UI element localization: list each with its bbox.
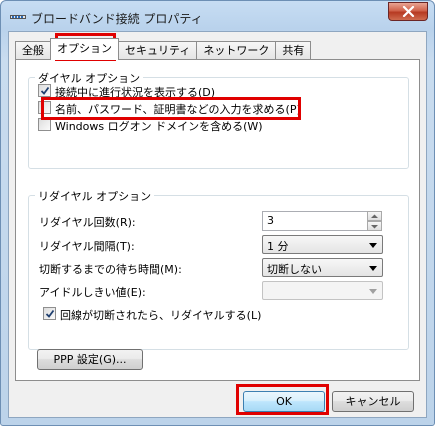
- chevron-up-icon: [371, 214, 378, 218]
- redial-if-dropped-checkbox[interactable]: [43, 307, 56, 320]
- show-progress-checkbox[interactable]: [38, 84, 51, 97]
- properties-dialog: ブロードバンド接続 プロパティ 全般 オプション セキュリティ ネットワーク 共…: [0, 0, 435, 426]
- tab-security[interactable]: セキュリティ: [118, 41, 198, 60]
- tab-networking[interactable]: ネットワーク: [196, 41, 277, 60]
- redial-interval-value: 1 分: [267, 240, 289, 253]
- close-icon: [402, 6, 415, 17]
- tab-sharing[interactable]: 共有: [275, 41, 312, 60]
- ppp-settings-button[interactable]: PPP 設定(G)...: [37, 349, 143, 370]
- dialog-client-area: 全般 オプション セキュリティ ネットワーク 共有 ダイヤル オプション 接続中…: [8, 31, 427, 418]
- redial-interval-select[interactable]: 1 分: [262, 235, 383, 254]
- dial-options-group: ダイヤル オプション 接続中に進行状況を表示する(D) 名前、パスワード、証明書…: [28, 70, 409, 169]
- idle-time-label: 切断するまでの待ち時間(M):: [39, 263, 182, 276]
- idle-threshold-select[interactable]: [262, 281, 383, 300]
- prompt-credentials-checkbox[interactable]: [38, 101, 51, 114]
- checkmark-icon: [45, 309, 55, 318]
- include-domain-label[interactable]: Windows ログオン ドメインを含める(W): [55, 118, 263, 134]
- redial-if-dropped-label[interactable]: 回線が切断されたら、リダイヤルする(L): [60, 307, 261, 323]
- checkmark-icon: [40, 86, 50, 95]
- redial-interval-label: リダイヤル間隔(T):: [39, 240, 135, 253]
- idle-time-select[interactable]: 切断しない: [262, 258, 383, 277]
- tab-options[interactable]: オプション: [50, 38, 119, 60]
- redial-options-group: リダイヤル オプション リダイヤル回数(R): 3 リダイヤル間隔(T): 1 …: [28, 188, 409, 350]
- spin-up-button[interactable]: [367, 211, 382, 221]
- network-connection-icon: [10, 12, 26, 22]
- window-title: ブロードバンド接続 プロパティ: [31, 12, 203, 26]
- idle-time-value: 切断しない: [267, 263, 322, 276]
- prompt-credentials-label[interactable]: 名前、パスワード、証明書などの入力を求める(P): [55, 101, 301, 117]
- ok-button[interactable]: OK: [243, 391, 325, 412]
- title-bar: ブロードバンド接続 プロパティ: [1, 1, 434, 33]
- tab-general[interactable]: 全般: [15, 41, 51, 60]
- redial-attempts-input[interactable]: 3: [262, 211, 368, 231]
- chevron-down-icon: [371, 225, 378, 229]
- dropdown-arrow-icon: [369, 266, 377, 271]
- close-button[interactable]: [388, 2, 428, 21]
- redial-attempts-spinner: [367, 211, 382, 231]
- show-progress-label[interactable]: 接続中に進行状況を表示する(D): [55, 84, 215, 100]
- idle-threshold-label: アイドルしきい値(E):: [39, 286, 146, 299]
- redial-attempts-label: リダイヤル回数(R):: [39, 216, 136, 229]
- dropdown-arrow-icon: [369, 289, 377, 294]
- spin-down-button[interactable]: [367, 221, 382, 231]
- cancel-button[interactable]: キャンセル: [332, 391, 414, 412]
- dropdown-arrow-icon: [369, 243, 377, 248]
- tab-strip: 全般 オプション セキュリティ ネットワーク 共有: [15, 38, 312, 60]
- redial-options-title: リダイヤル オプション: [35, 188, 155, 204]
- include-domain-checkbox[interactable]: [38, 118, 51, 131]
- options-panel: ダイヤル オプション 接続中に進行状況を表示する(D) 名前、パスワード、証明書…: [15, 59, 420, 381]
